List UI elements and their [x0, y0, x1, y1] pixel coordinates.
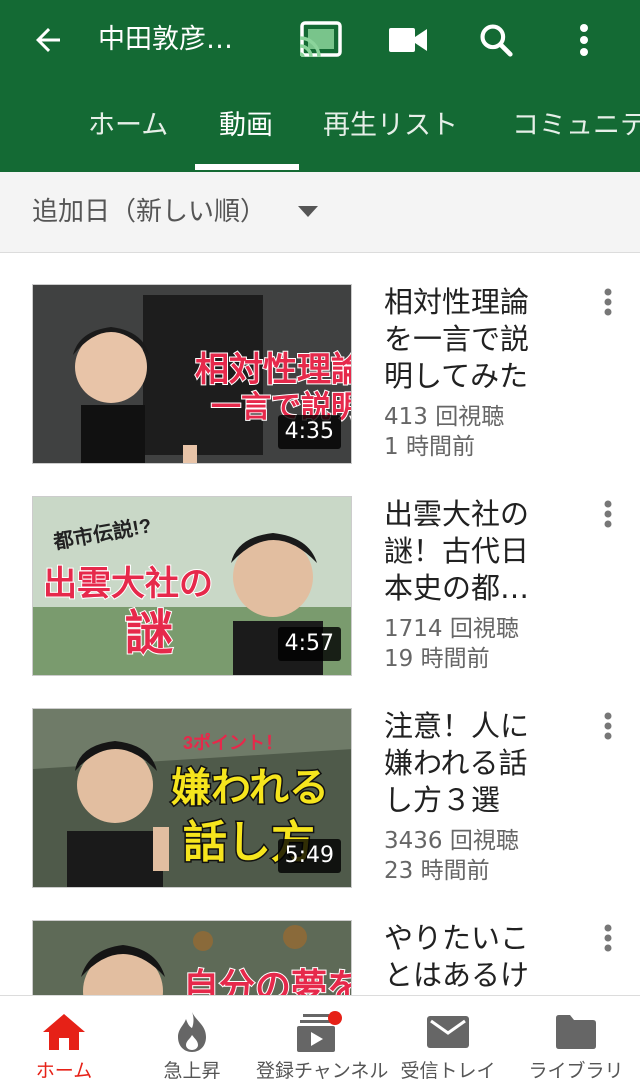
video-menu-button[interactable]: [594, 288, 622, 328]
thumb-text-line2: 出雲大社の: [43, 565, 213, 603]
sort-label[interactable]: 追加日（新しい順）: [32, 192, 266, 232]
chevron-down-icon: [298, 206, 318, 217]
flame-icon: [178, 1012, 206, 1052]
thumb-text-line1: 3ポイント！: [183, 732, 283, 753]
nav-label: ホーム: [35, 1060, 93, 1082]
video-menu-button[interactable]: [594, 500, 622, 540]
video-item[interactable]: 3ポイント！ 嫌われる 話し方 5:49 注意！人に嫌われる話し方３選 3436…: [0, 708, 640, 898]
video-views: 413 回視聴: [384, 404, 505, 430]
video-age: 23 時間前: [384, 858, 490, 884]
video-item[interactable]: 相対性理論 一言で説明 4:35 相対性理論を一言で説明してみた 413 回視聴…: [0, 284, 640, 474]
nav-trending[interactable]: 急上昇: [128, 996, 256, 1092]
video-menu-button[interactable]: [594, 712, 622, 752]
top-toolbar: 中田敦彦…: [0, 0, 640, 80]
nav-label: ライブラリ: [528, 1060, 624, 1082]
video-thumbnail[interactable]: 都市伝説!? 出雲大社の 謎 4:57: [32, 496, 352, 676]
cast-icon: [299, 21, 342, 58]
video-views: 1714 回視聴: [384, 616, 519, 642]
cast-button[interactable]: [296, 16, 344, 64]
nav-library[interactable]: ライブラリ: [512, 996, 640, 1092]
video-duration: 4:35: [277, 415, 341, 449]
nav-label: 登録チャンネル: [256, 1060, 389, 1082]
more-vert-icon: [604, 288, 612, 316]
home-icon: [43, 1014, 85, 1050]
more-vert-icon: [604, 500, 612, 528]
subscriptions-icon: [297, 1011, 342, 1052]
nav-subscriptions[interactable]: 登録チャンネル: [256, 996, 389, 1092]
channel-tabs: ホーム 動画 再生リスト コミュニテ: [0, 88, 640, 172]
video-views: 3436 回視聴: [384, 828, 519, 854]
video-title[interactable]: 相対性理論を一言で説明してみた: [384, 284, 554, 395]
back-button[interactable]: [26, 18, 70, 62]
thumb-text-line1: 自分の夢を: [183, 966, 352, 995]
sort-bar[interactable]: 追加日（新しい順）: [0, 172, 640, 253]
thumbnail-image: 自分の夢を: [33, 921, 352, 995]
bottom-navigation: ホーム 急上昇 登録チャンネル 受信トレイ ライブラリ: [0, 995, 640, 1092]
thumb-text-line3: 謎: [125, 607, 173, 660]
tab-community[interactable]: コミュニテ: [512, 88, 640, 172]
nav-label: 急上昇: [163, 1060, 221, 1082]
video-title[interactable]: 出雲大社の謎！古代日本史の都…: [384, 496, 554, 607]
more-vert-icon: [604, 924, 612, 952]
inbox-mail-icon: [427, 1016, 469, 1048]
notification-badge: [328, 1011, 342, 1025]
channel-title: 中田敦彦…: [98, 24, 233, 55]
video-age: 1 時間前: [384, 434, 475, 460]
tab-playlists[interactable]: 再生リスト: [323, 88, 458, 172]
thumb-text-line1: 相対性理論: [195, 350, 352, 389]
upload-video-button[interactable]: [384, 16, 432, 64]
video-age: 19 時間前: [384, 646, 490, 672]
more-vert-icon: [604, 712, 612, 740]
tab-videos[interactable]: 動画: [219, 88, 273, 172]
search-button[interactable]: [472, 16, 520, 64]
active-tab-indicator: [195, 164, 299, 170]
nav-label: 受信トレイ: [400, 1060, 496, 1082]
nav-inbox[interactable]: 受信トレイ: [384, 996, 512, 1092]
video-camera-icon: [389, 28, 427, 52]
video-thumbnail[interactable]: 3ポイント！ 嫌われる 話し方 5:49: [32, 708, 352, 888]
video-item[interactable]: 都市伝説!? 出雲大社の 謎 4:57 出雲大社の謎！古代日本史の都… 1714…: [0, 496, 640, 686]
thumb-text-line2: 嫌われる: [171, 766, 329, 810]
tab-home[interactable]: ホーム: [88, 88, 168, 172]
folder-icon: [556, 1015, 596, 1049]
nav-home[interactable]: ホーム: [0, 996, 128, 1092]
video-thumbnail[interactable]: 自分の夢を: [32, 920, 352, 995]
video-title[interactable]: 注意！人に嫌われる話し方３選: [384, 708, 554, 819]
video-thumbnail[interactable]: 相対性理論 一言で説明 4:35: [32, 284, 352, 464]
app-bar: 中田敦彦… ホーム 動画 再生リスト コミュニテ: [0, 0, 640, 172]
video-menu-button[interactable]: [594, 924, 622, 964]
back-arrow-icon: [36, 28, 60, 52]
video-duration: 5:49: [277, 839, 341, 873]
video-title[interactable]: やりたいことはあるけ: [384, 920, 554, 994]
video-duration: 4:57: [277, 627, 341, 661]
video-item[interactable]: 自分の夢を やりたいことはあるけ: [0, 920, 640, 995]
search-icon: [480, 24, 513, 57]
more-vert-icon: [580, 24, 588, 56]
more-options-button[interactable]: [560, 16, 608, 64]
